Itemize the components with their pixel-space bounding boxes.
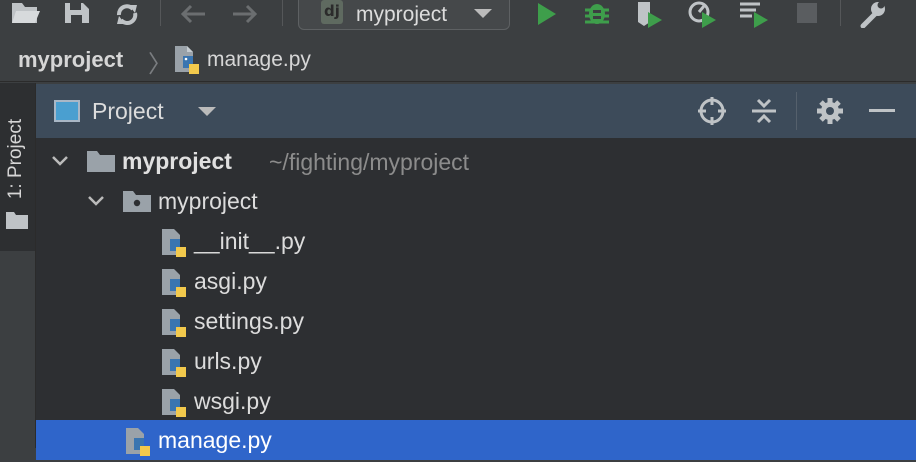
tree-root-label: myproject (122, 148, 232, 174)
python-file-icon (124, 427, 152, 462)
chevron-down-icon[interactable] (52, 154, 68, 168)
back-arrow-icon[interactable] (176, 0, 210, 28)
breadcrumb-separator: 〉 (148, 51, 172, 78)
profile-icon[interactable] (684, 0, 720, 28)
python-file-icon (173, 45, 201, 80)
package-folder-icon (122, 188, 152, 219)
tree-file-label: settings.py (194, 308, 304, 334)
tree-file-row[interactable]: wsgi.py (36, 381, 916, 421)
tree-root-row[interactable]: myproject ~/fighting/myproject (36, 141, 916, 181)
tree-file-label: wsgi.py (194, 388, 271, 414)
tree-file-row[interactable]: asgi.py (36, 261, 916, 301)
run-configuration-selector[interactable]: dj myproject (298, 0, 510, 30)
breadcrumb-file[interactable]: manage.py (207, 48, 311, 72)
tree-selected-file-label: manage.py (158, 427, 272, 453)
forward-arrow-icon[interactable] (228, 0, 262, 28)
breadcrumb-root[interactable]: myproject (18, 47, 123, 73)
chevron-down-icon (474, 9, 492, 18)
gear-icon[interactable] (813, 94, 847, 128)
python-file-icon (160, 308, 188, 343)
coverage-icon[interactable] (632, 0, 668, 28)
project-tree: myproject ~/fighting/myproject myproject… (36, 138, 916, 460)
tree-file-label: urls.py (194, 348, 262, 374)
open-folder-icon[interactable] (8, 0, 42, 28)
project-view-selector[interactable]: Project (92, 98, 164, 125)
project-tool-window-tab[interactable]: 1: Project (0, 83, 35, 251)
tree-file-row[interactable]: __init__.py (36, 221, 916, 261)
tree-selected-file-row[interactable]: manage.py (36, 420, 916, 460)
project-panel-header: Project (36, 84, 916, 138)
stop-icon[interactable] (790, 0, 824, 28)
python-file-icon (160, 388, 188, 423)
collapse-all-icon[interactable] (747, 94, 781, 128)
tree-package-row[interactable]: myproject (36, 181, 916, 221)
chevron-down-icon[interactable] (88, 194, 104, 208)
locate-crosshair-icon[interactable] (695, 94, 729, 128)
main-toolbar: dj myproject (0, 0, 916, 34)
hide-panel-icon[interactable] (865, 94, 899, 128)
python-file-icon (160, 228, 188, 263)
folder-icon (5, 210, 29, 235)
breadcrumb: myproject 〉 manage.py (0, 34, 916, 82)
chevron-down-icon[interactable] (198, 107, 216, 116)
tree-file-row[interactable]: settings.py (36, 301, 916, 341)
left-tool-strip: 1: Project (0, 83, 36, 448)
debug-icon[interactable] (580, 0, 614, 28)
tree-root-path: ~/fighting/myproject (269, 149, 470, 175)
run-configuration-label: myproject (356, 3, 448, 26)
project-view-icon (54, 100, 80, 122)
save-icon[interactable] (59, 0, 93, 28)
tree-file-label: __init__.py (194, 228, 306, 254)
tree-file-label: asgi.py (194, 268, 267, 294)
python-file-icon (160, 268, 188, 303)
django-icon: dj (321, 0, 343, 24)
sync-icon[interactable] (110, 0, 144, 28)
tree-file-row[interactable]: urls.py (36, 341, 916, 381)
wrench-icon[interactable] (856, 0, 890, 28)
python-file-icon (160, 348, 188, 383)
run-icon[interactable] (530, 0, 564, 28)
folder-icon (86, 148, 116, 179)
tree-package-label: myproject (158, 188, 258, 214)
concurrency-icon[interactable] (736, 0, 772, 28)
